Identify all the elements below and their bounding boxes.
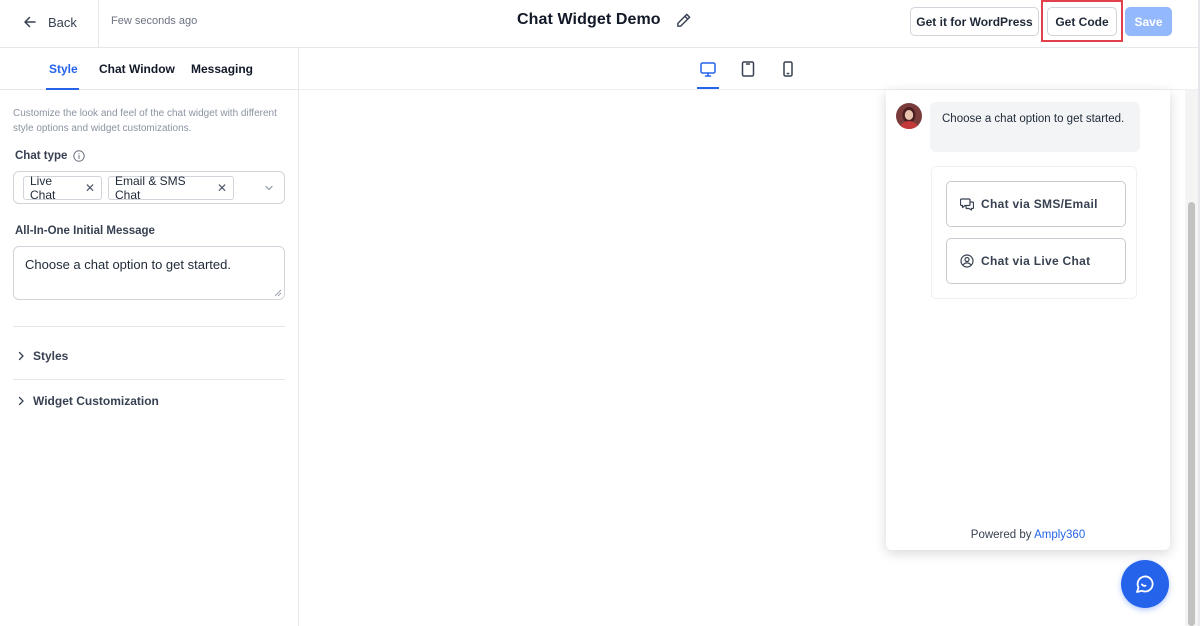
section-divider <box>13 326 285 327</box>
chat-type-label-group: Chat type <box>15 150 86 162</box>
greeting-bubble: Choose a chat option to get started. <box>930 102 1140 152</box>
pencil-icon[interactable] <box>675 12 692 29</box>
desktop-icon[interactable] <box>699 60 717 78</box>
active-tab-indicator <box>46 88 79 90</box>
initial-message-label: All-In-One Initial Message <box>15 225 155 237</box>
option-label: Chat via SMS/Email <box>981 197 1098 211</box>
tab-chat-window[interactable]: Chat Window <box>99 62 175 76</box>
accordion-label: Widget Customization <box>33 394 159 408</box>
section-divider <box>13 379 285 380</box>
get-wordpress-button[interactable]: Get it for WordPress <box>910 7 1039 36</box>
powered-brand-link[interactable]: Amply360 <box>1034 529 1085 541</box>
chevron-right-icon <box>18 396 24 406</box>
get-code-button[interactable]: Get Code <box>1047 7 1117 36</box>
resize-grip-icon[interactable] <box>274 289 282 297</box>
tablet-icon[interactable] <box>739 60 757 78</box>
powered-by: Powered by Amply360 <box>886 529 1170 541</box>
chip-email-sms-chat: Email & SMS Chat ✕ <box>108 174 234 202</box>
back-button[interactable]: Back <box>22 11 77 33</box>
accordion-label: Styles <box>33 349 69 363</box>
powered-prefix: Powered by <box>970 529 1032 541</box>
widget-preview: Choose a chat option to get started. Cha… <box>299 90 1185 626</box>
settings-tabs: Style Chat Window Messaging <box>0 48 298 90</box>
back-label: Back <box>48 14 77 30</box>
option-label: Chat via Live Chat <box>981 254 1091 268</box>
chat-bubbles-icon <box>960 198 974 211</box>
tab-style[interactable]: Style <box>49 62 78 76</box>
device-toolbar <box>299 48 1198 90</box>
arrow-left-icon <box>24 16 36 28</box>
settings-panel: Style Chat Window Messaging Customize th… <box>0 48 299 626</box>
styles-accordion[interactable]: Styles <box>17 349 68 363</box>
chat-via-live-chat-button[interactable]: Chat via Live Chat <box>946 238 1126 284</box>
top-bar: Back Few seconds ago Chat Widget Demo Ge… <box>0 0 1200 48</box>
preview-scrollbar[interactable] <box>1185 90 1198 626</box>
info-icon[interactable] <box>73 150 86 162</box>
initial-message-value: Choose a chat option to get started. <box>25 257 231 272</box>
chip-live-chat: Live Chat ✕ <box>23 174 102 202</box>
scrollbar-thumb[interactable] <box>1188 202 1195 626</box>
chevron-right-icon <box>18 351 24 361</box>
agent-avatar <box>896 103 922 129</box>
initial-message-textarea[interactable]: Choose a chat option to get started. <box>13 246 285 300</box>
chat-via-sms-email-button[interactable]: Chat via SMS/Email <box>946 181 1126 227</box>
widget-customization-accordion[interactable]: Widget Customization <box>17 394 159 408</box>
chip-label: Email & SMS Chat <box>115 174 186 202</box>
chat-widget-window: Choose a chat option to get started. Cha… <box>886 90 1170 550</box>
active-device-indicator <box>697 87 719 89</box>
user-circle-icon <box>960 254 974 268</box>
chat-options-card: Chat via SMS/Email Chat via Live Chat <box>931 166 1137 299</box>
saved-status: Few seconds ago <box>111 15 198 27</box>
avatar-image <box>896 103 922 129</box>
tab-messaging[interactable]: Messaging <box>191 62 253 76</box>
style-description: Customize the look and feel of the chat … <box>13 108 277 134</box>
chat-type-select[interactable]: Live Chat ✕ Email & SMS Chat ✕ <box>13 171 285 204</box>
chat-icon <box>1136 575 1154 593</box>
mobile-icon[interactable] <box>779 60 797 78</box>
chat-launcher-button[interactable] <box>1121 560 1169 608</box>
save-button[interactable]: Save <box>1125 7 1172 36</box>
remove-icon[interactable]: ✕ <box>217 181 227 195</box>
title-group: Chat Widget Demo <box>517 11 692 29</box>
chip-label: Live Chat <box>30 174 56 202</box>
header-divider <box>98 0 99 48</box>
page-title: Chat Widget Demo <box>517 11 661 28</box>
chat-type-label: Chat type <box>15 150 68 162</box>
remove-icon[interactable]: ✕ <box>85 181 95 195</box>
chevron-down-icon <box>265 185 273 191</box>
